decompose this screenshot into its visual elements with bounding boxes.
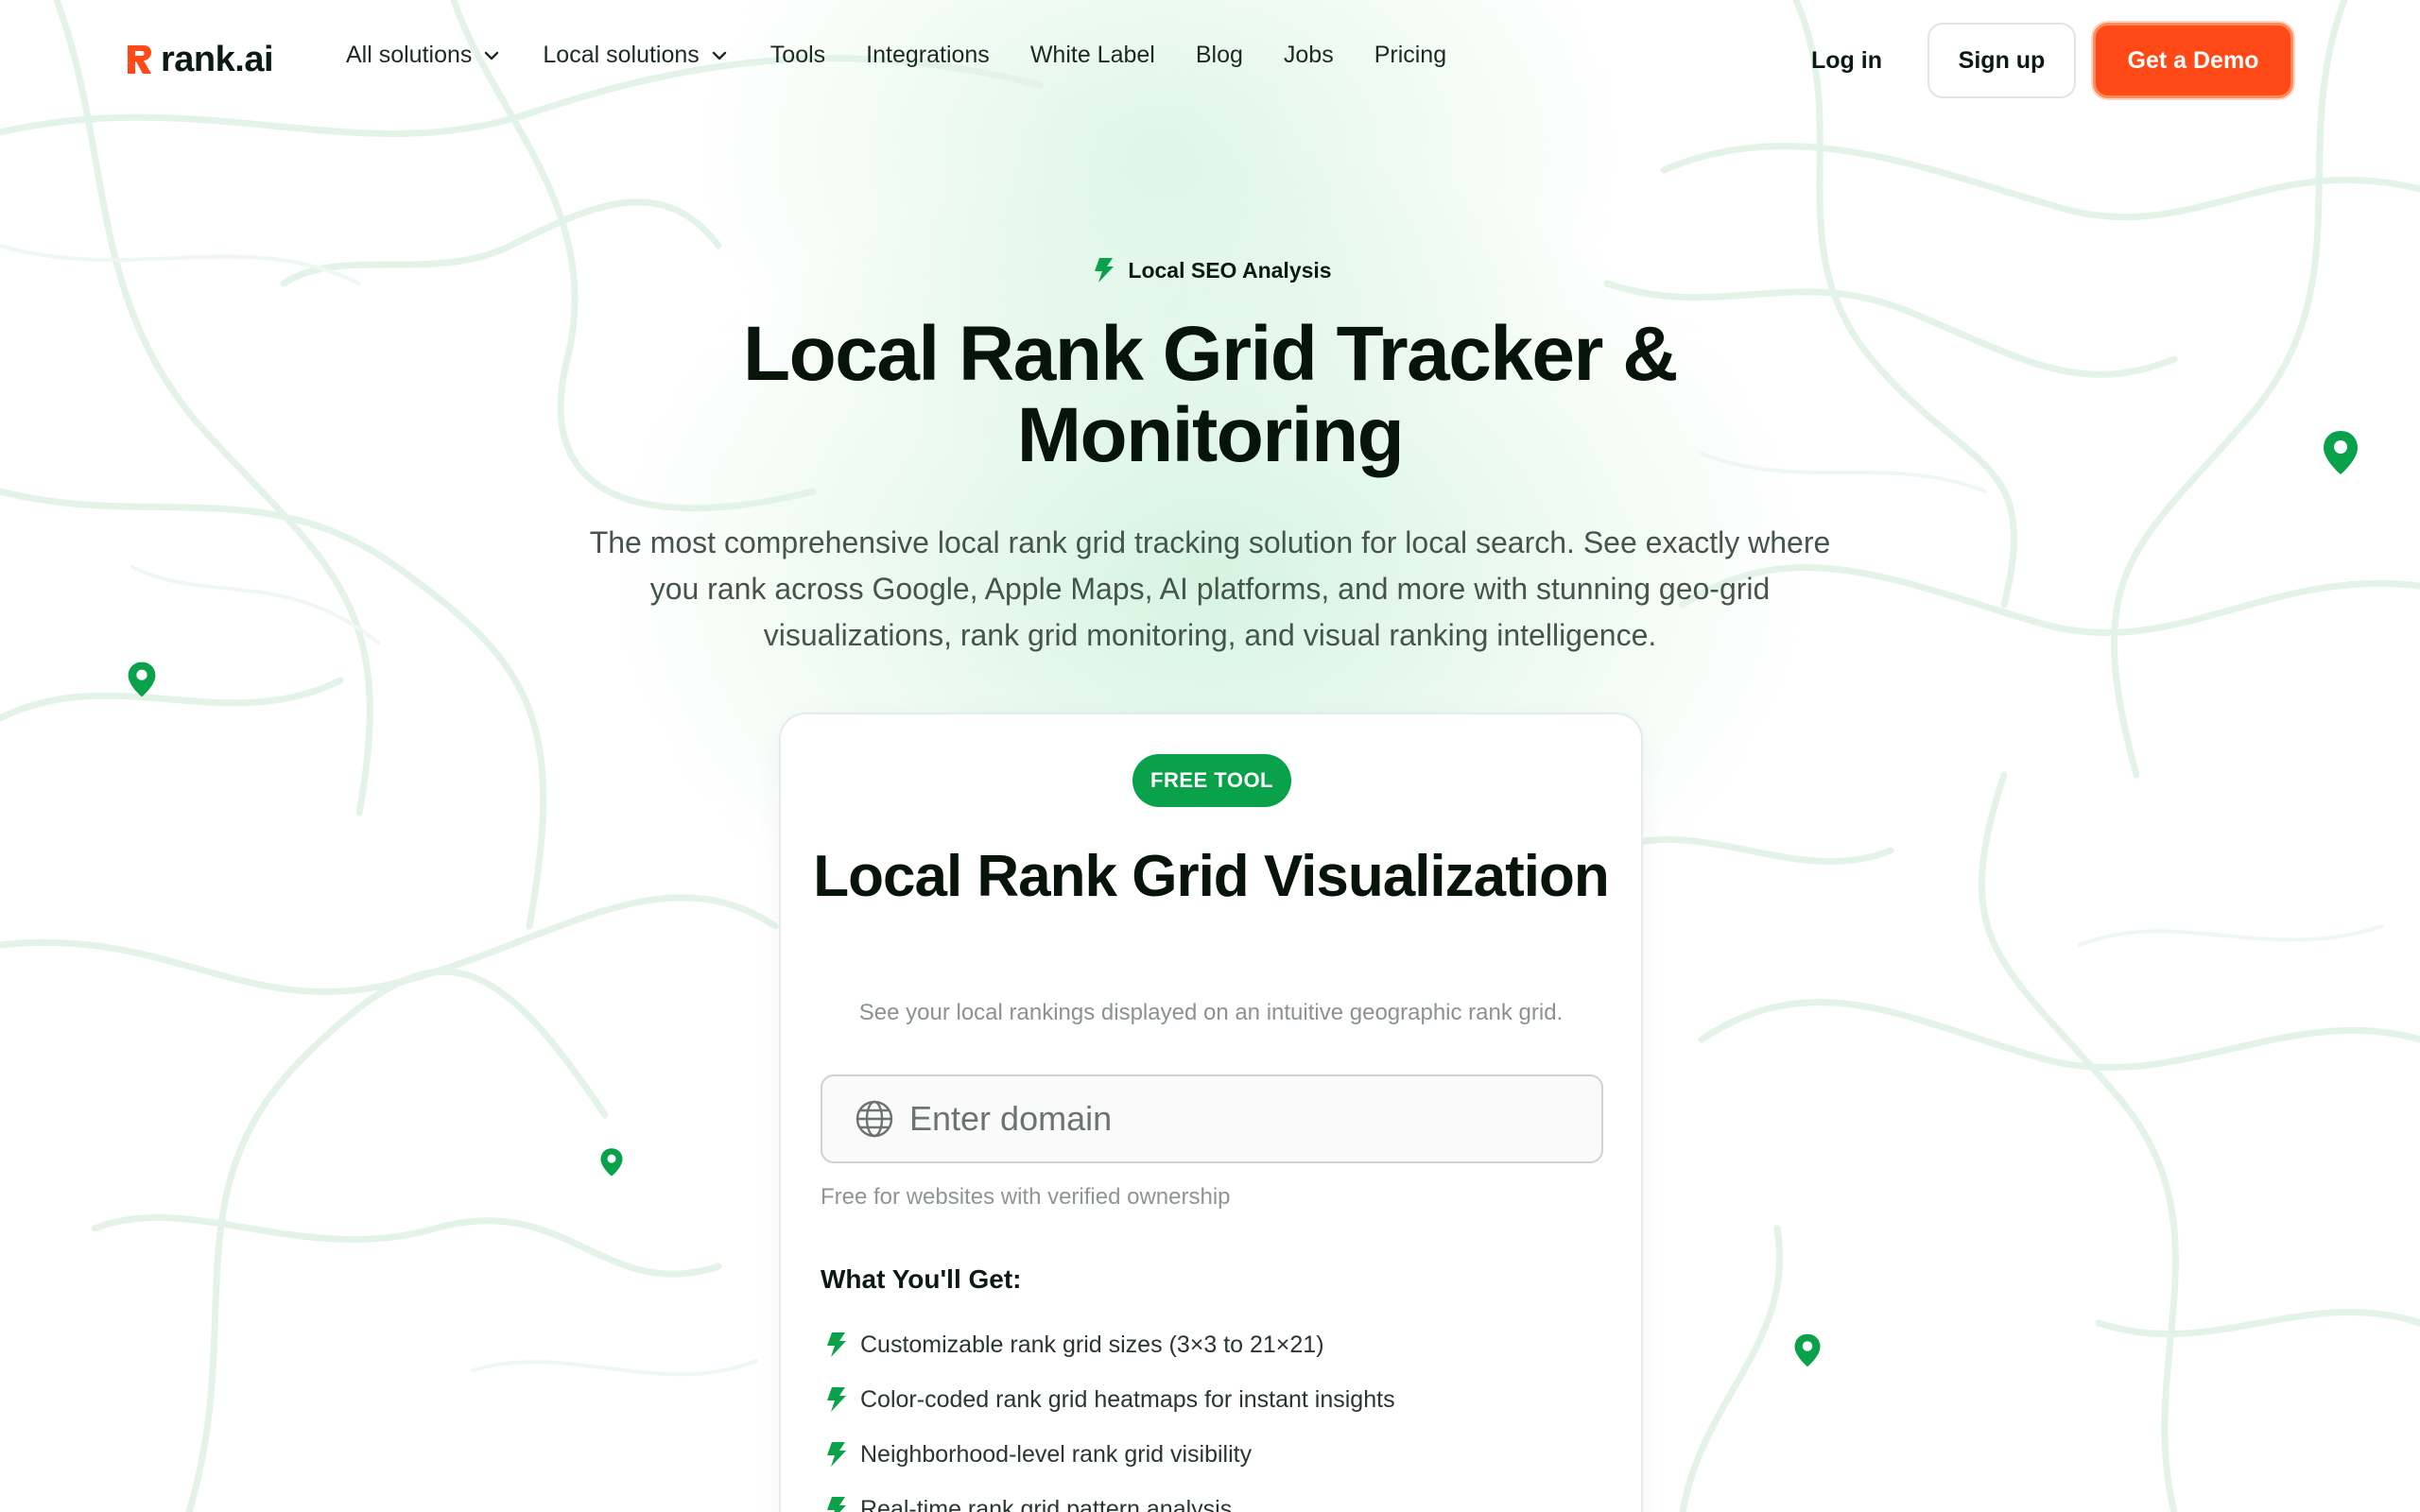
features-list: Customizable rank grid sizes (3×3 to 21×… [821, 1317, 1395, 1512]
rank-logo-icon [128, 45, 151, 74]
free-tool-card: FREE TOOL Local Rank Grid Visualization … [779, 713, 1643, 1512]
nav-blog[interactable]: Blog [1196, 42, 1243, 69]
list-item: Customizable rank grid sizes (3×3 to 21×… [821, 1317, 1395, 1372]
features-title: What You'll Get: [821, 1264, 1022, 1294]
tool-card-subtitle: See your local rankings displayed on an … [858, 1000, 1564, 1025]
chevron-down-icon [485, 51, 499, 60]
auth-actions: Log in Sign up Get a Demo [1811, 23, 2293, 98]
nav-jobs[interactable]: Jobs [1284, 42, 1334, 69]
hero-title: Local Rank Grid Tracker & Monitoring [743, 311, 1678, 478]
ownership-hint: Free for websites with verified ownershi… [821, 1184, 1231, 1210]
signup-button[interactable]: Sign up [1927, 23, 2076, 98]
nav-white-label[interactable]: White Label [1030, 42, 1155, 69]
hero-subtitle: The most comprehensive local rank grid t… [589, 525, 1831, 652]
map-pin-icon [600, 1148, 623, 1177]
nav-integrations[interactable]: Integrations [866, 42, 990, 69]
get-demo-button[interactable]: Get a Demo [2093, 23, 2293, 98]
brand-logo[interactable]: rank.ai [125, 38, 274, 81]
nav-local-solutions[interactable]: Local solutions [543, 42, 729, 69]
tool-card-title: Local Rank Grid Visualization [813, 844, 1610, 909]
chevron-down-icon [712, 51, 726, 60]
lightning-bolt-icon [827, 1497, 846, 1512]
domain-input[interactable] [909, 1099, 1571, 1139]
nav-pricing[interactable]: Pricing [1374, 42, 1446, 69]
map-pin-icon [2324, 431, 2358, 474]
lightning-bolt-icon [827, 1442, 846, 1467]
main-nav: All solutions Local solutions Tools Inte… [346, 42, 1487, 69]
login-link[interactable]: Log in [1811, 47, 1882, 75]
nav-all-solutions[interactable]: All solutions [346, 42, 502, 69]
nav-tools[interactable]: Tools [770, 42, 825, 69]
lightning-bolt-icon [1095, 258, 1115, 283]
list-item: Real-time rank grid pattern analysis [821, 1482, 1395, 1512]
list-item: Neighborhood-level rank grid visibility [821, 1427, 1395, 1482]
lightning-bolt-icon [827, 1387, 846, 1412]
domain-input-wrapper[interactable] [821, 1074, 1603, 1163]
list-item: Color-coded rank grid heatmaps for insta… [821, 1372, 1395, 1427]
free-tool-badge: FREE TOOL [1132, 754, 1291, 807]
brand-logo-text: rank.ai [161, 39, 274, 79]
site-header: rank.ai All solutions Local solutions To… [0, 0, 2420, 117]
hero-eyebrow: Local SEO Analysis [0, 255, 2420, 285]
globe-icon [856, 1100, 893, 1138]
map-pin-icon [1794, 1333, 1821, 1367]
map-pin-icon [128, 662, 156, 697]
lightning-bolt-icon [827, 1332, 846, 1357]
hero-eyebrow-label: Local SEO Analysis [1128, 257, 1332, 283]
